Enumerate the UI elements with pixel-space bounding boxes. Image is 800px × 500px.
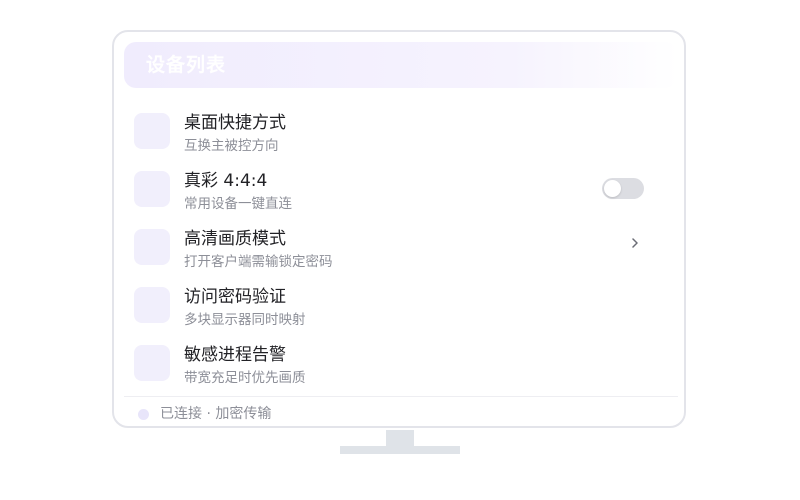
square-icon <box>134 113 170 149</box>
list-item-hd-mode[interactable]: 高清画质模式 打开客户端需输锁定密码 <box>114 220 684 278</box>
connection-status: 已连接 · 加密传输 <box>160 406 272 422</box>
square-icon <box>134 171 170 207</box>
header-bar: 设备列表 <box>124 42 678 88</box>
chevron-right-icon[interactable] <box>628 234 642 252</box>
list-item-access-password[interactable]: 访问密码验证 多块显示器同时映射 <box>114 278 684 336</box>
row-subtitle: 带宽充足时优先画质 <box>184 370 306 386</box>
footer-divider <box>124 396 678 397</box>
page-title: 设备列表 <box>146 54 227 76</box>
row-subtitle: 打开客户端需输锁定密码 <box>184 254 333 270</box>
status-dot-icon <box>138 409 149 420</box>
row-subtitle: 常用设备一键直连 <box>184 196 292 212</box>
row-title: 桌面快捷方式 <box>184 113 286 133</box>
square-icon <box>134 229 170 265</box>
monitor-stand-base <box>340 446 460 454</box>
row-title: 访问密码验证 <box>184 287 286 307</box>
list-item-desktop-shortcut[interactable]: 桌面快捷方式 互换主被控方向 <box>114 104 684 162</box>
row-title: 敏感进程告警 <box>184 345 286 365</box>
row-subtitle: 互换主被控方向 <box>184 138 279 154</box>
list-item-process-alert[interactable]: 敏感进程告警 带宽充足时优先画质 <box>114 336 684 394</box>
toggle-knob <box>604 180 621 197</box>
row-title: 高清画质模式 <box>184 229 286 249</box>
monitor-frame: 设备列表 桌面快捷方式 互换主被控方向 真彩 4:4:4 常用设备一键直连 高清… <box>112 30 686 428</box>
row-title: 真彩 4:4:4 <box>184 171 268 191</box>
true-color-toggle[interactable] <box>602 178 644 199</box>
square-icon <box>134 345 170 381</box>
list-item-true-color[interactable]: 真彩 4:4:4 常用设备一键直连 <box>114 162 684 220</box>
monitor-stand-neck <box>386 430 414 446</box>
row-subtitle: 多块显示器同时映射 <box>184 312 306 328</box>
square-icon <box>134 287 170 323</box>
